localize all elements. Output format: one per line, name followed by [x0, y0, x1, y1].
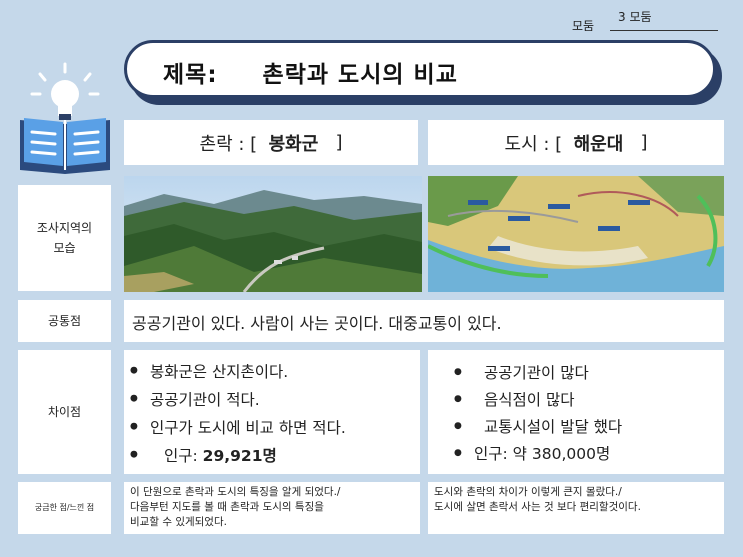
- group-value[interactable]: 3 모둠: [610, 6, 718, 31]
- urban-map-image: [428, 176, 724, 292]
- row-label-diff: 차이점: [18, 350, 111, 474]
- book-lightbulb-icon: [18, 62, 113, 174]
- list-item: 인구가 도시에 비교 하면 적다.: [124, 414, 420, 442]
- rural-notes: 이 단원으로 촌락과 도시의 특징을 알게 되었다./ 다음부턴 지도를 볼 때…: [124, 482, 420, 534]
- urban-header-prefix: 도시 : [: [504, 133, 574, 155]
- list-item: 교통시설이 발달 했다: [448, 414, 724, 441]
- urban-name[interactable]: 해운대: [574, 130, 624, 156]
- row-label-notes: 궁금한 점/느낀 점: [18, 482, 111, 534]
- group-label: 모둠: [572, 19, 595, 33]
- title-box: 제목: 촌락과 도시의 비교: [124, 40, 716, 98]
- list-item: 공공기관이 많다: [448, 360, 724, 387]
- rural-header: 촌락 : [ 봉화군 ]: [124, 120, 418, 165]
- rural-differences: 봉화군은 산지촌이다. 공공기관이 적다. 인구가 도시에 비교 하면 적다. …: [124, 350, 420, 474]
- list-item: 인구: 29,921명: [124, 442, 420, 470]
- urban-differences: 공공기관이 많다 음식점이 많다 교통시설이 발달 했다 인구: 약 380,0…: [428, 350, 724, 474]
- urban-notes: 도시와 촌락의 차이가 이렇게 큰지 몰랐다./ 도시에 살면 촌락서 사는 것…: [428, 482, 724, 534]
- urban-header: 도시 : [ 해운대 ]: [428, 120, 724, 165]
- row-label-common: 공통점: [18, 300, 111, 342]
- row-label-scene: 조사지역의 모습: [18, 185, 111, 291]
- list-item: 음식점이 많다: [448, 387, 724, 414]
- rural-header-suffix: ]: [318, 132, 343, 153]
- page-title: 제목: 촌락과 도시의 비교: [163, 62, 458, 88]
- rural-header-prefix: 촌락 : [: [199, 133, 269, 155]
- rural-mountain-photo: [124, 176, 422, 292]
- list-item: 인구: 약 380,000명: [448, 441, 724, 468]
- rural-pop-label: 인구:: [164, 447, 203, 465]
- group-field: 모둠 3 모둠: [572, 6, 722, 33]
- list-item: 봉화군은 산지촌이다.: [124, 358, 420, 386]
- rural-name[interactable]: 봉화군: [269, 130, 319, 156]
- list-item: 공공기관이 적다.: [124, 386, 420, 414]
- urban-header-suffix: ]: [623, 132, 648, 153]
- common-points: 공공기관이 있다. 사람이 사는 곳이다. 대중교통이 있다.: [124, 300, 724, 342]
- rural-pop-value: 29,921명: [202, 447, 277, 465]
